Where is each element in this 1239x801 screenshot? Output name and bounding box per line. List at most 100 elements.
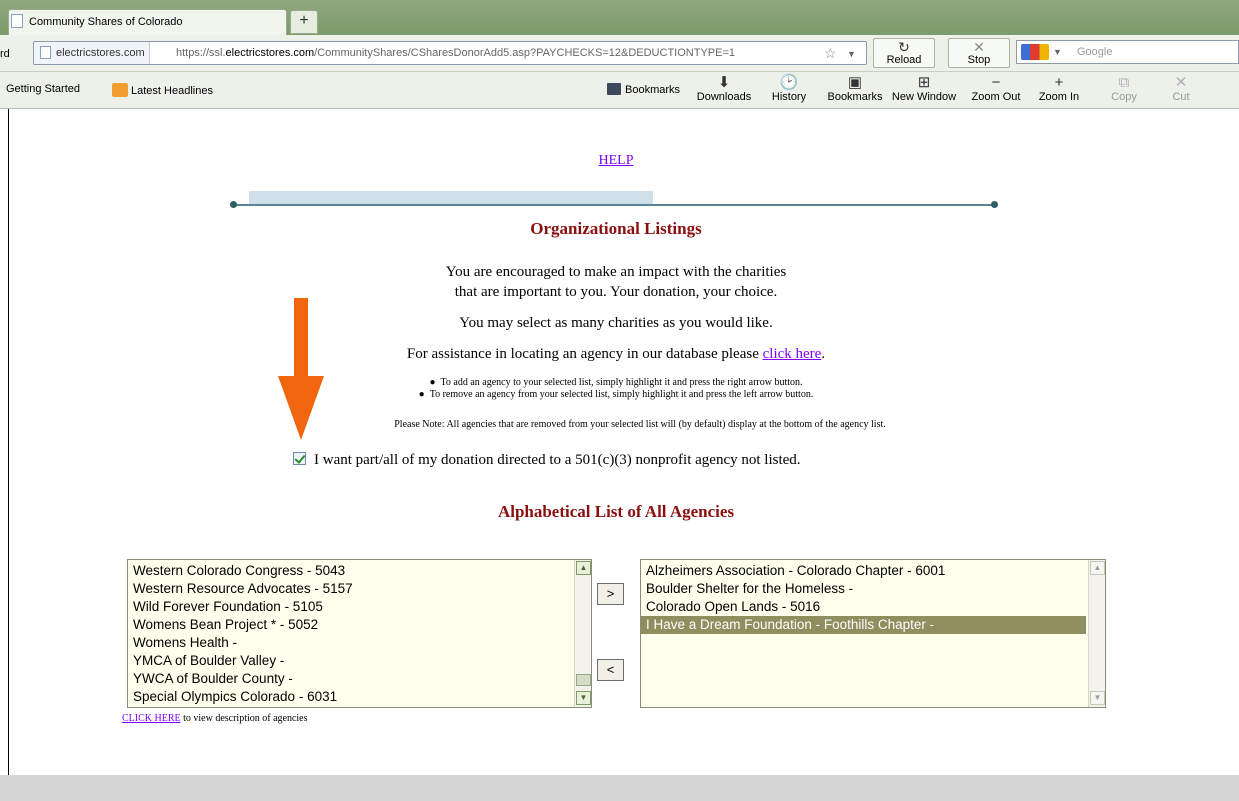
reload-icon: ↻ — [898, 39, 910, 55]
history-button[interactable]: 🕑 History — [766, 74, 812, 104]
copy-button[interactable]: ⧉ Copy — [1106, 75, 1142, 104]
agency-option[interactable]: YMCA of Boulder Valley - — [128, 652, 573, 670]
selected-agencies-list: Alzheimers Association - Colorado Chapte… — [641, 562, 1086, 634]
navigation-bar: rd electricstores.com https://ssl.electr… — [0, 35, 1239, 72]
plus-icon: + — [1054, 74, 1064, 91]
history-label: History — [771, 91, 807, 103]
selected-list-scrollbar[interactable]: ▲ ▼ — [1088, 560, 1105, 707]
bookmark-star-icon[interactable]: ☆ — [824, 42, 837, 64]
bookmark-star-icon: ▣ — [847, 74, 863, 91]
new-tab-button[interactable]: + — [290, 10, 318, 34]
add-agency-button[interactable]: > — [597, 583, 624, 605]
bookmarks-icon — [607, 83, 621, 95]
window-left-border — [8, 109, 9, 777]
cut-label: Cut — [1172, 91, 1190, 103]
agency-option[interactable]: Boulder Shelter for the Homeless - — [641, 580, 1086, 598]
agency-option[interactable]: Womens Bean Project * - 5052 — [128, 616, 573, 634]
progress-start-dot — [230, 201, 237, 208]
bookmarks-toolbar: Getting Started Latest Headlines Bookmar… — [0, 72, 1239, 109]
agency-option[interactable]: Wild Forever Foundation - 5105 — [128, 598, 573, 616]
intro-line-2: that are important to you. Your donation… — [454, 284, 778, 300]
zoom-in-label: Zoom In — [1038, 91, 1080, 103]
bookmarks-menu-button[interactable]: Bookmarks — [607, 83, 680, 96]
intro-line-1: You are encouraged to make an impact wit… — [445, 264, 787, 280]
bookmarks-menu-label: Bookmarks — [625, 84, 681, 96]
assistance-suffix: . — [821, 346, 826, 362]
page-icon — [40, 46, 51, 59]
scroll-down-icon[interactable]: ▼ — [1090, 691, 1105, 705]
bookmark-label: Latest Headlines — [131, 85, 213, 97]
selected-agencies-listbox[interactable]: Alzheimers Association - Colorado Chapte… — [640, 559, 1106, 708]
agency-option[interactable]: Western Resource Advocates - 5157 — [128, 580, 573, 598]
bookmark-label: Getting Started — [6, 83, 80, 95]
downloads-button[interactable]: ⬇ Downloads — [693, 74, 755, 104]
agency-option[interactable]: I Have a Dream Foundation - Foothills Ch… — [641, 616, 1086, 634]
scroll-down-icon[interactable]: ▼ — [576, 691, 591, 705]
scrollbar-thumb[interactable] — [576, 674, 591, 686]
url-dropdown-icon[interactable]: ▼ — [847, 43, 856, 64]
progress-end-dot — [991, 201, 998, 208]
unlisted-agency-option: I want part/all of my donation directed … — [293, 452, 801, 469]
agency-description-text: to view description of agencies — [180, 713, 308, 724]
site-identity-label: electricstores.com — [56, 47, 145, 59]
new-window-icon: ⊞ — [917, 74, 931, 91]
stop-icon: ✕ — [973, 39, 985, 55]
search-input[interactable]: ▼ Google — [1016, 40, 1239, 64]
remove-agency-button[interactable]: < — [597, 659, 624, 681]
tab-strip: Community Shares of Colorado + — [0, 0, 1239, 36]
browser-tab[interactable]: Community Shares of Colorado — [8, 9, 287, 36]
page-title: Organizational Listings — [530, 219, 702, 238]
status-bar — [0, 775, 1239, 801]
url-prefix: https://ssl. — [176, 47, 226, 59]
available-agencies-list: Western Colorado Congress - 5043 Western … — [128, 562, 573, 706]
zoom-out-button[interactable]: − Zoom Out — [966, 75, 1026, 104]
scissors-icon: ✕ — [1174, 74, 1188, 91]
downloads-label: Downloads — [696, 91, 752, 103]
available-list-scrollbar[interactable]: ▲ ▼ — [574, 560, 591, 707]
help-link[interactable]: HELP — [0, 153, 1232, 169]
instruction-add-text: To add an agency to your selected list, … — [440, 377, 803, 388]
agency-option[interactable]: Western Colorado Congress - 5043 — [128, 562, 573, 580]
address-bar[interactable]: electricstores.com https://ssl.electrics… — [33, 41, 867, 65]
bullet-icon: ● — [429, 377, 441, 388]
new-window-label: New Window — [891, 91, 957, 103]
select-many-text: You may select as many charities as you … — [459, 315, 773, 331]
instruction-remove-text: To remove an agency from your selected l… — [429, 389, 814, 400]
download-arrow-icon: ⬇ — [717, 74, 731, 91]
copy-label: Copy — [1111, 91, 1137, 103]
bookmark-getting-started[interactable]: Getting Started — [6, 83, 80, 95]
unlisted-agency-checkbox[interactable] — [293, 452, 306, 465]
reload-button[interactable]: ↻ Reload — [873, 38, 935, 68]
zoom-out-label: Zoom Out — [971, 91, 1021, 103]
page-icon — [11, 14, 23, 28]
available-agencies-listbox[interactable]: Western Colorado Congress - 5043 Western … — [127, 559, 592, 708]
nav-left-fragment: rd — [0, 48, 10, 60]
clock-icon: 🕑 — [779, 74, 799, 91]
agency-option[interactable]: YWCA of Boulder County - — [128, 670, 573, 688]
removal-note: Please Note: All agencies that are remov… — [394, 419, 886, 430]
site-identity-button[interactable]: electricstores.com — [34, 42, 150, 64]
scroll-up-icon[interactable]: ▲ — [576, 561, 591, 575]
url-path: /CommunityShares/CSharesDonorAdd5.asp?PA… — [314, 47, 735, 59]
agency-description-link[interactable]: CLICK HERE — [122, 713, 181, 724]
search-placeholder: Google — [1077, 46, 1113, 58]
scroll-up-icon[interactable]: ▲ — [1090, 561, 1105, 575]
url-text[interactable]: https://ssl.electricstores.com/Community… — [176, 42, 735, 64]
progress-bar-track — [233, 204, 995, 206]
tab-title: Community Shares of Colorado — [29, 16, 183, 28]
stop-button[interactable]: ✕ Stop — [948, 38, 1010, 68]
new-window-button[interactable]: ⊞ New Window — [886, 74, 962, 104]
assistance-link[interactable]: click here — [763, 346, 822, 362]
bookmark-latest-headlines[interactable]: Latest Headlines — [112, 83, 213, 97]
cut-button[interactable]: ✕ Cut — [1166, 74, 1196, 104]
agency-option[interactable]: Special Olympics Colorado - 6031 — [128, 688, 573, 706]
agency-list-heading: Alphabetical List of All Agencies — [497, 502, 735, 521]
search-engine-dropdown-icon[interactable]: ▼ — [1053, 41, 1062, 63]
reload-label: Reload — [886, 54, 922, 66]
agency-option[interactable]: Womens Health - — [128, 634, 573, 652]
agency-option[interactable]: Alzheimers Association - Colorado Chapte… — [641, 562, 1086, 580]
annotation-arrow-shaft — [294, 298, 308, 378]
zoom-in-button[interactable]: + Zoom In — [1034, 74, 1084, 104]
agency-option[interactable]: Colorado Open Lands - 5016 — [641, 598, 1086, 616]
bookmarks-button[interactable]: ▣ Bookmarks — [823, 74, 887, 104]
